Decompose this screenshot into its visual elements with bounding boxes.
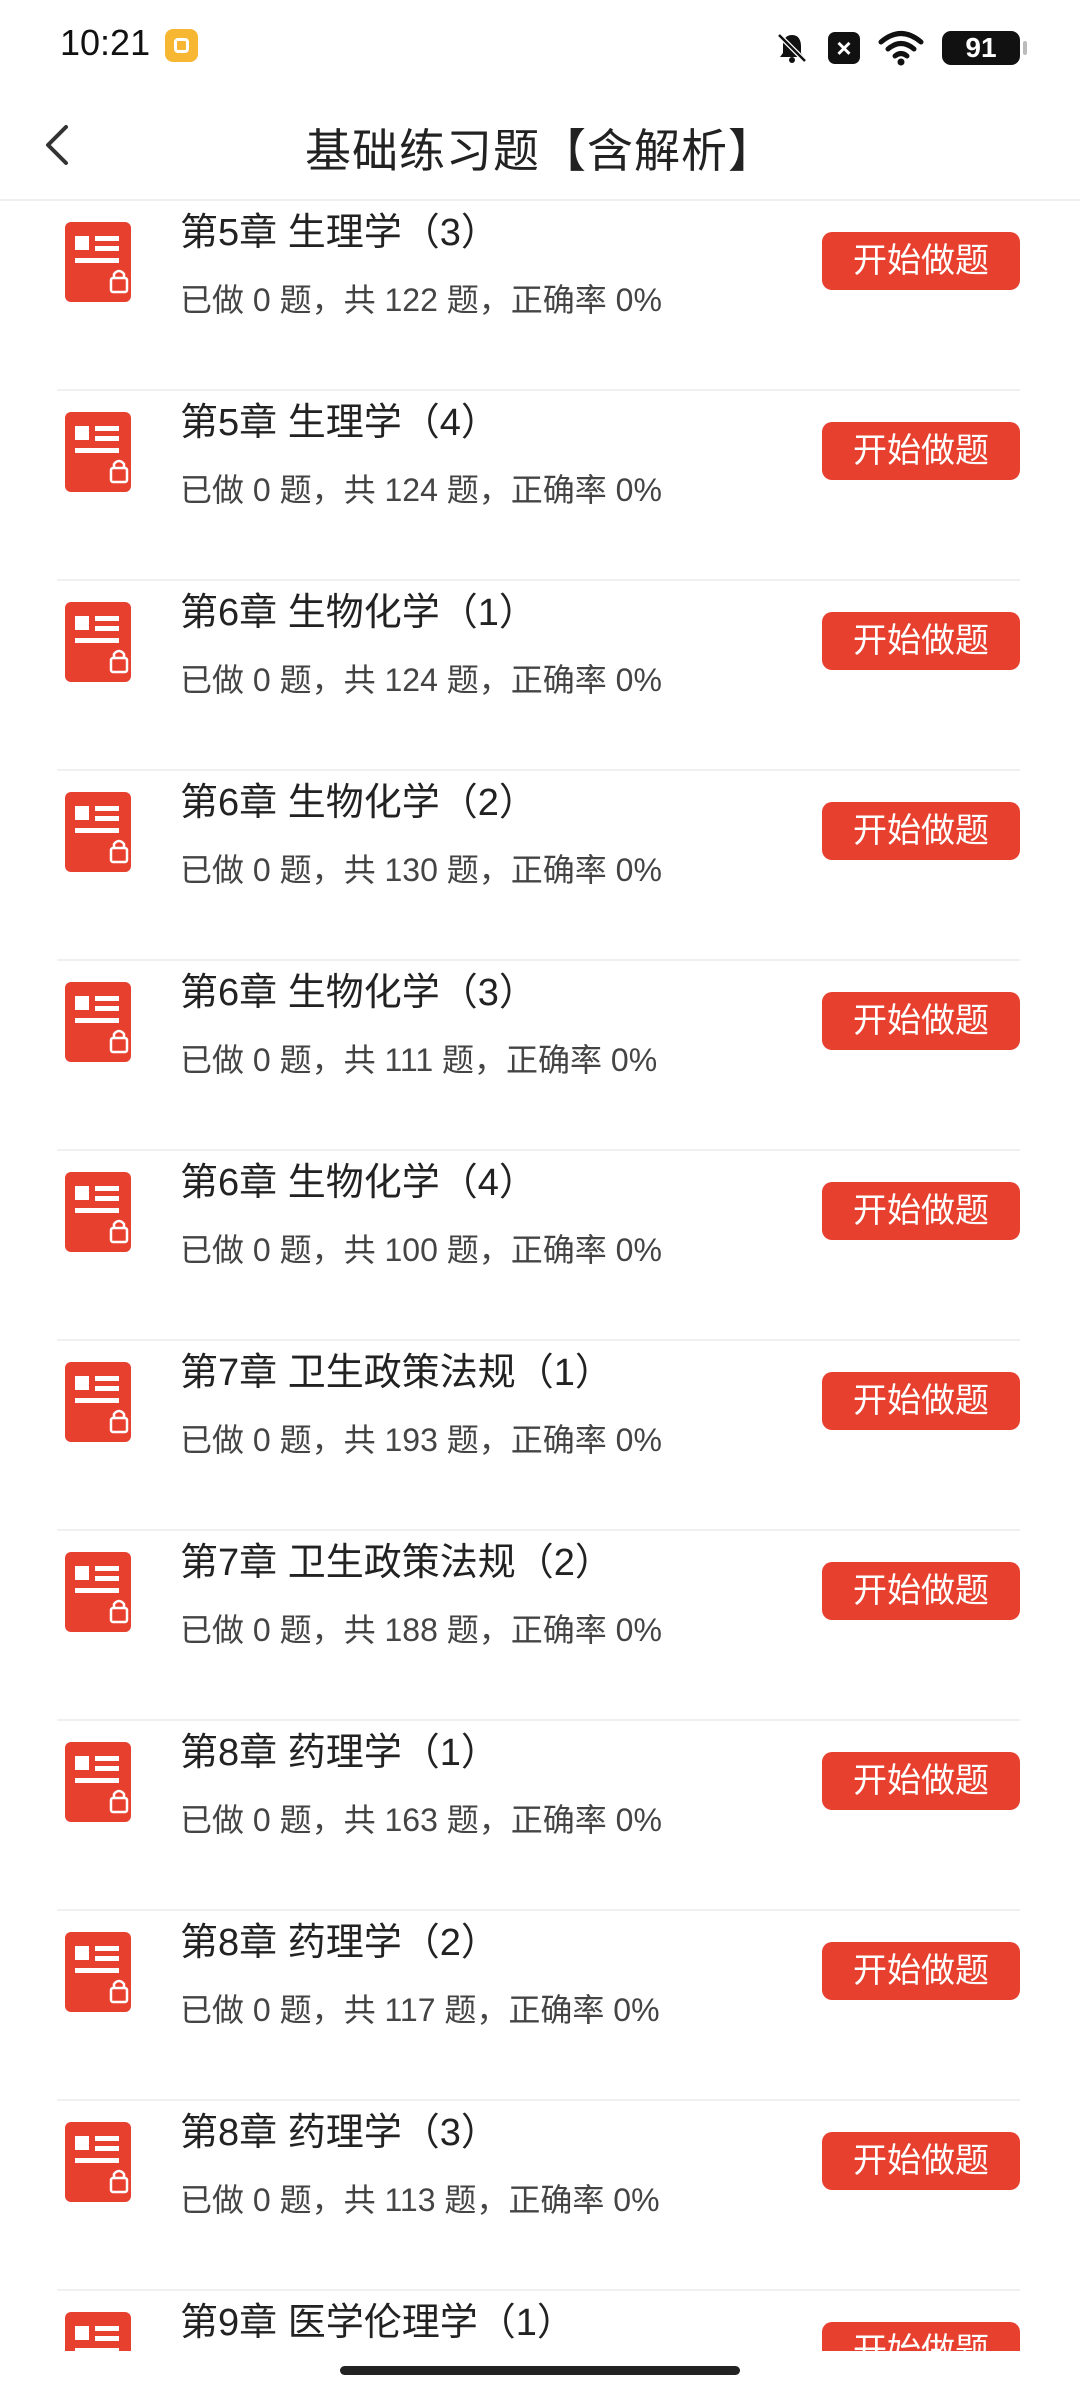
- item-title: 第6章 生物化学（2）: [180, 782, 537, 824]
- locked-document-icon: [65, 2312, 131, 2351]
- list-item[interactable]: 第7章 卫生政策法规（1） 已做 0 题，共 193 题，正确率 0% 开始做题: [57, 1341, 1020, 1531]
- start-quiz-button[interactable]: 开始做题: [822, 1752, 1020, 1810]
- status-time: 10:21: [60, 22, 151, 63]
- exercise-list[interactable]: 第5章 生理学（3） 已做 0 题，共 122 题，正确率 0% 开始做题 第5…: [0, 201, 1080, 2351]
- locked-document-icon: [65, 2122, 131, 2202]
- item-stats: 已做 0 题，共 193 题，正确率 0%: [180, 1422, 662, 1458]
- item-stats: 已做 0 题，共 188 题，正确率 0%: [180, 1612, 662, 1648]
- locked-document-icon: [65, 1362, 131, 1442]
- list-item[interactable]: 第6章 生物化学（3） 已做 0 题，共 111 题，正确率 0% 开始做题: [57, 961, 1020, 1151]
- item-title: 第8章 药理学（3）: [180, 2112, 499, 2154]
- item-title: 第8章 药理学（2）: [180, 1922, 499, 1964]
- item-title: 第5章 生理学（4）: [180, 402, 499, 444]
- start-quiz-button[interactable]: 开始做题: [822, 422, 1020, 480]
- item-title: 第7章 卫生政策法规（2）: [180, 1542, 613, 1584]
- list-item[interactable]: 第8章 药理学（3） 已做 0 题，共 113 题，正确率 0% 开始做题: [57, 2101, 1020, 2291]
- status-bar: 10:21 × 91: [0, 0, 1080, 95]
- start-quiz-button[interactable]: 开始做题: [822, 802, 1020, 860]
- locked-document-icon: [65, 1552, 131, 1632]
- locked-document-icon: [65, 222, 131, 302]
- list-item[interactable]: 第6章 生物化学（2） 已做 0 题，共 130 题，正确率 0% 开始做题: [57, 771, 1020, 961]
- item-title: 第7章 卫生政策法规（1）: [180, 1352, 613, 1394]
- locked-document-icon: [65, 982, 131, 1062]
- start-quiz-button[interactable]: 开始做题: [822, 1942, 1020, 2000]
- start-quiz-button[interactable]: 开始做题: [822, 2132, 1020, 2190]
- navigation-header: 基础练习题【含解析】: [0, 95, 1080, 201]
- start-quiz-button[interactable]: 开始做题: [822, 1182, 1020, 1240]
- locked-document-icon: [65, 412, 131, 492]
- item-stats: 已做 0 题，共 117 题，正确率 0%: [180, 1992, 660, 2028]
- item-title: 第5章 生理学（3）: [180, 212, 499, 254]
- page-title: 基础练习题【含解析】: [305, 125, 775, 177]
- item-stats: 已做 0 题，共 124 题，正确率 0%: [180, 662, 662, 698]
- item-stats: 已做 0 题，共 163 题，正确率 0%: [180, 1802, 662, 1838]
- status-icons: × 91: [774, 28, 1027, 68]
- list-item[interactable]: 第8章 药理学（2） 已做 0 题，共 117 题，正确率 0% 开始做题: [57, 1911, 1020, 2101]
- list-item[interactable]: 第8章 药理学（1） 已做 0 题，共 163 题，正确率 0% 开始做题: [57, 1721, 1020, 1911]
- item-title: 第6章 生物化学（3）: [180, 972, 537, 1014]
- locked-document-icon: [65, 1742, 131, 1822]
- locked-document-icon: [65, 1932, 131, 2012]
- list-item[interactable]: 第6章 生物化学（4） 已做 0 题，共 100 题，正确率 0% 开始做题: [57, 1151, 1020, 1341]
- start-quiz-button[interactable]: 开始做题: [822, 232, 1020, 290]
- list-item[interactable]: 第5章 生理学（3） 已做 0 题，共 122 题，正确率 0% 开始做题: [57, 201, 1020, 391]
- x-app-icon: ×: [828, 32, 860, 64]
- app-notification-icon: [165, 29, 198, 62]
- start-quiz-button[interactable]: 开始做题: [822, 1372, 1020, 1430]
- battery-indicator: 91: [942, 31, 1027, 65]
- list-item[interactable]: 第9章 医学伦理学（1） 开始做题: [57, 2291, 1020, 2351]
- item-stats: 已做 0 题，共 122 题，正确率 0%: [180, 282, 662, 318]
- wifi-icon: [878, 31, 924, 66]
- home-indicator[interactable]: [340, 2366, 740, 2375]
- item-stats: 已做 0 题，共 130 题，正确率 0%: [180, 852, 662, 888]
- locked-document-icon: [65, 1172, 131, 1252]
- start-quiz-button[interactable]: 开始做题: [822, 2322, 1020, 2351]
- locked-document-icon: [65, 792, 131, 872]
- mute-bell-icon: [777, 33, 807, 63]
- list-item[interactable]: 第6章 生物化学（1） 已做 0 题，共 124 题，正确率 0% 开始做题: [57, 581, 1020, 771]
- item-stats: 已做 0 题，共 113 题，正确率 0%: [180, 2182, 660, 2218]
- list-item[interactable]: 第7章 卫生政策法规（2） 已做 0 题，共 188 题，正确率 0% 开始做题: [57, 1531, 1020, 1721]
- item-stats: 已做 0 题，共 124 题，正确率 0%: [180, 472, 662, 508]
- item-title: 第6章 生物化学（1）: [180, 592, 537, 634]
- item-title: 第8章 药理学（1）: [180, 1732, 499, 1774]
- item-stats: 已做 0 题，共 111 题，正确率 0%: [180, 1042, 658, 1078]
- item-stats: 已做 0 题，共 100 题，正确率 0%: [180, 1232, 662, 1268]
- item-title: 第9章 医学伦理学（1）: [180, 2302, 575, 2344]
- start-quiz-button[interactable]: 开始做题: [822, 612, 1020, 670]
- start-quiz-button[interactable]: 开始做题: [822, 1562, 1020, 1620]
- start-quiz-button[interactable]: 开始做题: [822, 992, 1020, 1050]
- list-item[interactable]: 第5章 生理学（4） 已做 0 题，共 124 题，正确率 0% 开始做题: [57, 391, 1020, 581]
- item-title: 第6章 生物化学（4）: [180, 1162, 537, 1204]
- locked-document-icon: [65, 602, 131, 682]
